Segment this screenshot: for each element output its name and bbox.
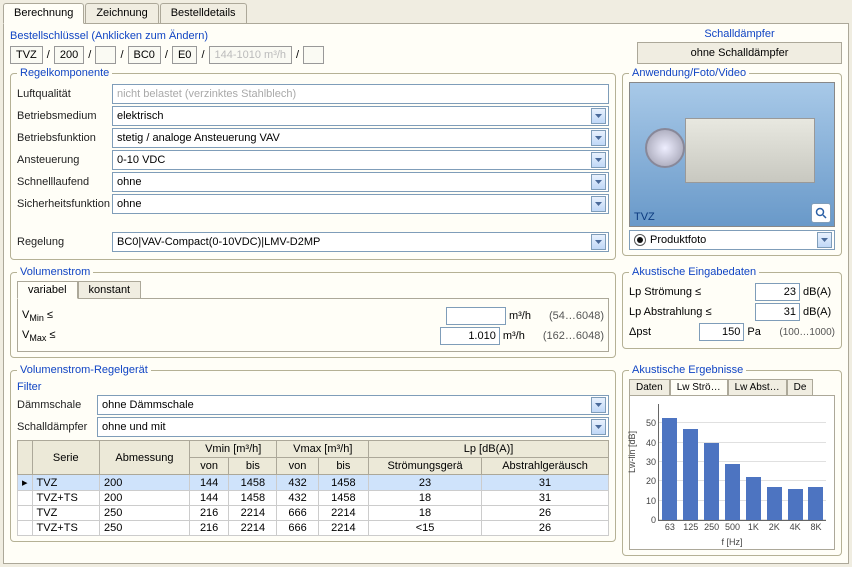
ak-r3-u: Pa xyxy=(744,326,779,338)
ak-in-fieldset: Akustische Eingabedaten Lp Strömung ≤ dB(… xyxy=(622,266,842,349)
ak-erg-fieldset: Akustische Ergebnisse Daten Lw Strö… Lw … xyxy=(622,364,842,556)
th-vmin[interactable]: Vmin [m³/h] xyxy=(189,441,277,458)
sicher-l: Sicherheitsfunktion xyxy=(17,198,112,210)
orderkey-label[interactable]: Bestellschlüssel (Anklicken zum Ändern) xyxy=(10,30,633,42)
tab-variabel[interactable]: variabel xyxy=(17,281,78,299)
chevron-down-icon[interactable] xyxy=(591,397,606,413)
tab-berechnung[interactable]: Berechnung xyxy=(3,3,84,24)
bar-chart: Lw-lin [dB] 01020304050631252505001K2K4K… xyxy=(629,395,835,550)
ak-r3-range: (100…1000) xyxy=(779,327,835,338)
ok-0[interactable]: TVZ xyxy=(10,46,43,64)
ok-2[interactable] xyxy=(95,46,116,64)
ok-3[interactable]: BC0 xyxy=(128,46,161,64)
chevron-down-icon[interactable] xyxy=(591,196,606,212)
damm-l: Dämmschale xyxy=(17,399,97,411)
funk-select[interactable]: stetig / analoge Ansteuerung VAV xyxy=(112,128,609,148)
ak-r2-l: Lp Abstrahlung ≤ xyxy=(629,306,755,318)
luftqual-select[interactable]: nicht belastet (verzinktes Stahlblech) xyxy=(112,84,609,104)
anst-select[interactable]: 0-10 VDC xyxy=(112,150,609,170)
table-row[interactable]: TVZ250216221466622141826 xyxy=(18,506,609,521)
anst-l: Ansteuerung xyxy=(17,154,112,166)
ak-r1-input[interactable] xyxy=(755,283,800,301)
regel-fieldset: Regelkomponente Luftqualität nicht belas… xyxy=(10,67,616,260)
ak-r2-input[interactable] xyxy=(755,303,800,321)
radio-icon xyxy=(634,234,646,246)
th-serie[interactable]: Serie xyxy=(32,441,99,475)
chart-tab-daten[interactable]: Daten xyxy=(629,379,670,395)
ak-r3-l: Δpst xyxy=(629,326,699,338)
chevron-down-icon[interactable] xyxy=(591,152,606,168)
anwendung-fieldset: Anwendung/Foto/Video TVZ Produktfoto xyxy=(622,67,842,256)
ak-r3-input[interactable] xyxy=(699,323,744,341)
table-row[interactable]: TVZ+TS25021622146662214<1526 xyxy=(18,521,609,536)
chart-tab-lwabst[interactable]: Lw Abst… xyxy=(728,379,787,395)
chevron-down-icon[interactable] xyxy=(817,232,832,248)
tab-zeichnung[interactable]: Zeichnung xyxy=(85,3,158,23)
ok-6[interactable] xyxy=(303,46,324,64)
ok-1[interactable]: 200 xyxy=(54,46,84,64)
sicher-select[interactable]: ohne xyxy=(112,194,609,214)
image-label: TVZ xyxy=(634,211,655,223)
schnell-select[interactable]: ohne xyxy=(112,172,609,192)
table-row[interactable]: TVZ+TS200144145843214581831 xyxy=(18,491,609,506)
ak-erg-legend: Akustische Ergebnisse xyxy=(629,364,746,376)
table-row[interactable]: ▸TVZ200144145843214582331 xyxy=(18,475,609,491)
magnify-icon[interactable] xyxy=(811,203,831,223)
sd-select[interactable]: ohne und mit xyxy=(97,417,609,437)
chart-tab-lwstroe[interactable]: Lw Strö… xyxy=(670,379,728,396)
unit: m³/h xyxy=(509,310,549,322)
ok-4[interactable]: E0 xyxy=(172,46,197,64)
chart-xlabel: f [Hz] xyxy=(721,537,742,547)
medium-select[interactable]: elektrisch xyxy=(112,106,609,126)
chevron-down-icon[interactable] xyxy=(591,419,606,435)
vmax-input[interactable] xyxy=(440,327,500,345)
tab-bestelldetails[interactable]: Bestelldetails xyxy=(160,3,247,23)
chevron-down-icon[interactable] xyxy=(591,234,606,250)
unit: m³/h xyxy=(503,330,543,342)
medium-l: Betriebsmedium xyxy=(17,110,112,122)
order-key-row: TVZ/ 200/ / BC0/ E0/ 144-1010 m³/h/ xyxy=(10,46,633,64)
chevron-down-icon[interactable] xyxy=(591,130,606,146)
regelung-select[interactable]: BC0|VAV-Compact(0-10VDC)|LMV-D2MP xyxy=(112,232,609,252)
volstrom-fieldset: Volumenstrom variabel konstant VMin ≤ m³… xyxy=(10,266,616,358)
ak-r2-u: dB(A) xyxy=(800,306,835,318)
vmin-label: VMin ≤ xyxy=(22,309,72,323)
product-image: TVZ xyxy=(629,82,835,227)
sd-title: Schalldämpfer xyxy=(637,28,842,40)
tab-konstant[interactable]: konstant xyxy=(78,281,142,298)
photo-select[interactable]: Produktfoto xyxy=(629,230,835,250)
ok-5[interactable]: 144-1010 m³/h xyxy=(209,46,293,64)
funk-l: Betriebsfunktion xyxy=(17,132,112,144)
filter-label: Filter xyxy=(17,381,609,393)
damm-select[interactable]: ohne Dämmschale xyxy=(97,395,609,415)
regelung-l: Regelung xyxy=(17,236,112,248)
ak-in-legend: Akustische Eingabedaten xyxy=(629,266,759,278)
anwendung-legend: Anwendung/Foto/Video xyxy=(629,67,749,79)
chevron-down-icon[interactable] xyxy=(591,174,606,190)
vmax-label: VMax ≤ xyxy=(22,329,72,343)
geraet-fieldset: Volumenstrom-Regelgerät Filter Dämmschal… xyxy=(10,364,616,542)
luftqual-l: Luftqualität xyxy=(17,88,112,100)
chart-tab-de[interactable]: De xyxy=(787,379,814,395)
volstrom-legend: Volumenstrom xyxy=(17,266,93,278)
th-lp[interactable]: Lp [dB(A)] xyxy=(369,441,609,458)
schnell-l: Schnelllaufend xyxy=(17,176,112,188)
sd-button[interactable]: ohne Schalldämpfer xyxy=(637,42,842,64)
chart-ylabel: Lw-lin [dB] xyxy=(627,430,637,472)
ak-r1-l: Lp Strömung ≤ xyxy=(629,286,755,298)
th-vmax[interactable]: Vmax [m³/h] xyxy=(277,441,369,458)
vmin-input[interactable] xyxy=(446,307,506,325)
geraet-legend: Volumenstrom-Regelgerät xyxy=(17,364,151,376)
th-abm[interactable]: Abmessung xyxy=(99,441,189,475)
vmax-range: (162…6048) xyxy=(543,330,604,342)
result-table: Serie Abmessung Vmin [m³/h] Vmax [m³/h] … xyxy=(17,440,609,536)
sd-l: Schalldämpfer xyxy=(17,421,97,433)
vmin-range: (54…6048) xyxy=(549,310,604,322)
regel-legend: Regelkomponente xyxy=(17,67,112,79)
chevron-down-icon[interactable] xyxy=(591,108,606,124)
ak-r1-u: dB(A) xyxy=(800,286,835,298)
